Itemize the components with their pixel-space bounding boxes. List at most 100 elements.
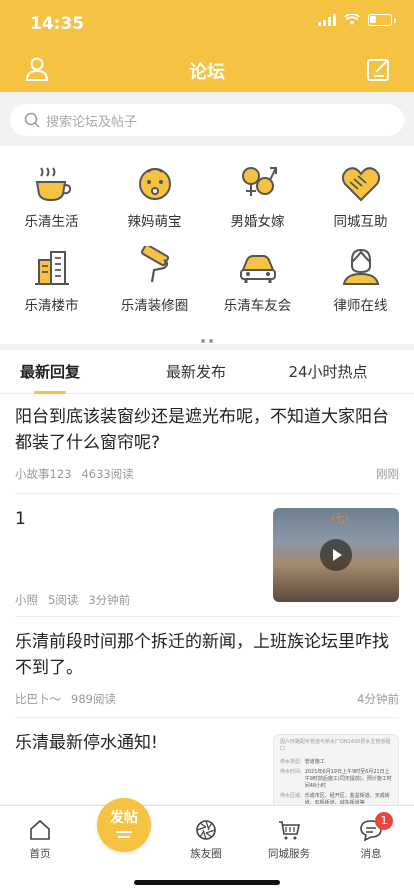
app-header: 14:35 论坛 xyxy=(0,0,414,92)
search-bar-wrap: 搜索论坛及帖子 xyxy=(0,92,414,144)
video-caption: （七） xyxy=(325,514,355,525)
category-lawyer[interactable]: 律师在线 xyxy=(309,246,412,314)
category-label: 辣妈萌宝 xyxy=(127,214,182,230)
post-item[interactable]: 乐清前段时间那个拆迁的新闻，上班族论坛里咋找不到了。 比巴卜～ 989阅读 4分… xyxy=(15,617,399,718)
buildings-icon xyxy=(34,251,69,285)
post-author[interactable]: 比巴卜～ xyxy=(15,691,61,707)
post-meta: 小照 5阅读 3分钟前 xyxy=(15,592,130,608)
tab-label: 最新回复 xyxy=(19,363,80,381)
tab-circle[interactable]: 族友圈 xyxy=(166,818,246,861)
notice-key: 停水时间: xyxy=(280,769,302,775)
category-label: 乐清车友会 xyxy=(223,298,292,314)
tab-messages[interactable]: 消息 1 xyxy=(331,812,411,861)
notice-heading: 因六环路配水管道与桥水厂DN1400原水主管道碰口 xyxy=(280,739,391,752)
category-label: 乐清楼市 xyxy=(24,298,79,314)
tab-label: 消息 xyxy=(360,848,382,860)
page-dot xyxy=(209,339,213,343)
tab-latest-reply[interactable]: 最新回复 xyxy=(0,350,100,394)
baby-face-icon xyxy=(138,168,171,200)
home-indicator xyxy=(134,880,280,885)
post-item[interactable]: 阳台到底该装窗纱还是遮光布呢，不知道大家阳台都装了什么窗帘呢? 小故事123 4… xyxy=(15,394,399,494)
tab-label: 首页 xyxy=(29,848,51,860)
post-title: 1 xyxy=(15,509,26,529)
battery-cap xyxy=(394,17,396,23)
fab-line xyxy=(116,831,132,833)
category-decoration[interactable]: 乐清装修圈 xyxy=(103,246,206,314)
home-icon xyxy=(30,819,50,840)
aperture-icon xyxy=(196,820,216,840)
fab-label: 发帖 xyxy=(110,810,138,826)
category-label: 同城互助 xyxy=(333,214,388,230)
post-views: 4633阅读 xyxy=(81,467,134,481)
unread-badge: 1 xyxy=(375,812,393,830)
page-indicator xyxy=(0,328,414,347)
notice-key: 停水区域: xyxy=(280,793,302,799)
post-meta: 比巴卜～ 989阅读 xyxy=(15,691,116,707)
category-mutual-help[interactable]: 同城互助 xyxy=(309,162,412,230)
tab-label: 同城服务 xyxy=(268,848,310,860)
status-icons xyxy=(318,14,396,26)
post-views: 989阅读 xyxy=(71,692,116,706)
post-author[interactable]: 小故事123 xyxy=(15,466,71,482)
video-thumbnail[interactable]: （七） xyxy=(273,508,399,602)
gender-symbols-icon xyxy=(241,167,277,196)
post-meta: 小故事123 4633阅读 xyxy=(15,466,134,482)
category-marriage[interactable]: 男婚女嫁 xyxy=(206,162,309,230)
category-label: 律师在线 xyxy=(333,298,388,314)
wifi-icon xyxy=(344,14,360,25)
tab-local-service[interactable]: 同城服务 xyxy=(249,818,329,861)
tab-latest-post[interactable]: 最新发布 xyxy=(146,350,246,394)
handshake-heart-icon xyxy=(341,167,380,202)
post-author[interactable]: 小照 xyxy=(15,592,38,608)
post-item[interactable]: 1 （七） 小照 5阅读 3分钟前 xyxy=(15,494,399,617)
tab-label: 族友圈 xyxy=(190,848,222,860)
page-dot xyxy=(201,339,205,343)
post-title: 阳台到底该装窗纱还是遮光布呢，不知道大家阳台都装了什么窗帘呢? xyxy=(15,407,389,453)
post-feed: 阳台到底该装窗纱还是遮光布呢，不知道大家阳台都装了什么窗帘呢? 小故事123 4… xyxy=(0,394,414,804)
play-icon[interactable] xyxy=(320,539,352,571)
notice-value: 管道施工 xyxy=(304,759,325,765)
notice-row: 停水区域: 乐成市区、经开区、盐盆街道、天成街道、石帆街道、城东街道等 xyxy=(280,793,392,804)
notice-row: 停水时间: 2021年6月19日上午9时至6月21日上午9时前后施工(同天提前)，… xyxy=(280,769,392,790)
search-input[interactable]: 搜索论坛及帖子 xyxy=(10,104,404,136)
post-title: 乐清最新停水通知! xyxy=(15,733,158,753)
post-time: 4分钟前 xyxy=(357,692,399,706)
search-icon xyxy=(24,112,40,128)
signal-icon xyxy=(318,14,336,26)
fab-line xyxy=(118,836,130,838)
page-title: 论坛 xyxy=(189,62,225,83)
coffee-cup-icon xyxy=(35,167,71,202)
car-icon xyxy=(239,255,276,283)
tab-home[interactable]: 首页 xyxy=(0,818,80,861)
post-title: 乐清前段时间那个拆迁的新闻，上班族论坛里咋找不到了。 xyxy=(15,632,389,678)
tab-24h-hot[interactable]: 24小时热点 xyxy=(268,350,388,394)
tab-label: 最新发布 xyxy=(165,363,226,381)
category-baby[interactable]: 辣妈萌宝 xyxy=(103,162,206,230)
category-life[interactable]: 乐清生活 xyxy=(0,162,103,230)
tab-label: 24小时热点 xyxy=(288,363,368,381)
feed-tabs: 最新回复 最新发布 24小时热点 xyxy=(0,350,414,394)
post-item[interactable]: 乐清最新停水通知! 因六环路配水管道与桥水厂DN1400原水主管道碰口 停水类型… xyxy=(15,718,399,804)
paint-roller-icon xyxy=(140,246,169,283)
category-grid: 乐清生活 辣妈萌宝 男婚女嫁 同城互助 乐清楼市 乐清装修圈 乐清车友会 律师在… xyxy=(0,146,414,344)
notice-row: 停水类型: 管道施工 xyxy=(280,759,392,766)
notice-value: 乐成市区、经开区、盐盆街道、天成街道、石帆街道、城东街道等 xyxy=(304,793,390,804)
search-placeholder: 搜索论坛及帖子 xyxy=(46,114,138,130)
post-time: 刚刚 xyxy=(376,467,399,481)
cart-icon xyxy=(279,821,300,840)
post-fab[interactable]: 发帖 xyxy=(97,798,151,852)
status-time: 14:35 xyxy=(30,14,85,34)
category-car-club[interactable]: 乐清车友会 xyxy=(206,246,309,314)
category-property[interactable]: 乐清楼市 xyxy=(0,246,103,314)
notice-value: 2021年6月19日上午9时至6月21日上午9时前后施工(同天提前)，预计施工时… xyxy=(304,769,392,789)
lawyer-icon xyxy=(342,248,379,285)
post-time: 3分钟前 xyxy=(88,593,131,607)
notice-key: 停水类型: xyxy=(280,759,302,765)
category-label: 乐清装修圈 xyxy=(120,298,189,314)
compose-icon[interactable] xyxy=(366,56,392,82)
post-views: 5阅读 xyxy=(48,593,79,607)
category-label: 男婚女嫁 xyxy=(230,214,285,230)
battery-icon xyxy=(368,14,392,26)
category-label: 乐清生活 xyxy=(24,214,79,230)
notice-thumbnail[interactable]: 因六环路配水管道与桥水厂DN1400原水主管道碰口 停水类型: 管道施工 停水时间… xyxy=(273,734,399,804)
